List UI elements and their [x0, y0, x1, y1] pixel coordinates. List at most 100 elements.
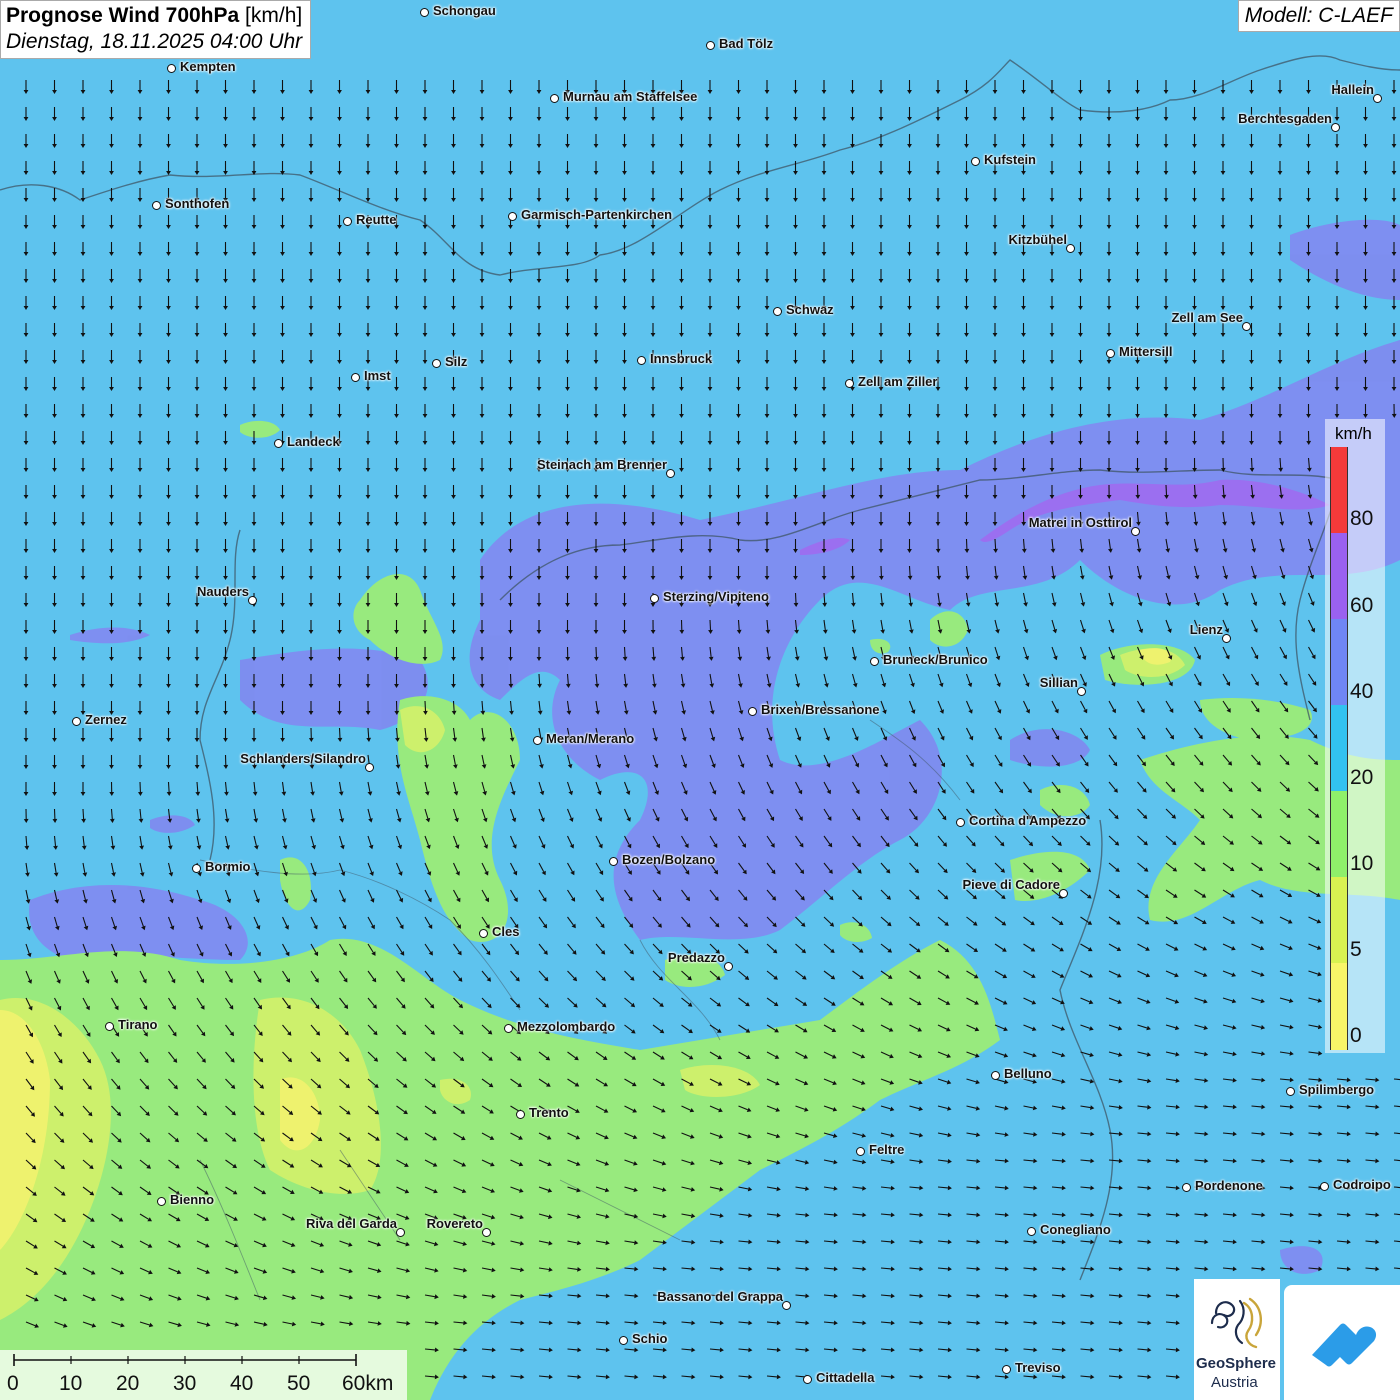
place-label: Conegliano: [1040, 1222, 1111, 1237]
legend-tick-label: 0: [1350, 1024, 1362, 1047]
title-main: Prognose Wind 700hPa: [6, 4, 240, 27]
title-unit: [km/h]: [245, 4, 303, 27]
place-label: Feltre: [869, 1142, 905, 1157]
place-marker: [248, 596, 257, 605]
place-marker: [1331, 123, 1340, 132]
place-label: Garmisch-Partenkirchen: [521, 207, 673, 222]
legend-segment: [1330, 791, 1348, 877]
place-marker: [105, 1022, 114, 1031]
place-label: Zell am See: [1171, 310, 1243, 325]
place-label: Riva del Garda: [305, 1216, 397, 1231]
wetter-app-logo[interactable]: [1284, 1285, 1400, 1400]
place-marker: [609, 857, 618, 866]
place-label: Belluno: [1004, 1066, 1052, 1081]
wind-arrow: [538, 673, 541, 685]
legend-segment: [1330, 705, 1348, 791]
logo-name-line1: GeoSphere: [1196, 1355, 1277, 1372]
place-label: Nauders: [196, 584, 249, 599]
scale-label: 30: [173, 1372, 197, 1395]
place-label: Zell am Ziller: [858, 374, 938, 389]
place-marker: [482, 1228, 491, 1237]
legend-tick-label: 40: [1350, 680, 1374, 703]
place-label: Schio: [632, 1331, 668, 1346]
place-label: Bassano del Grappa: [657, 1289, 783, 1304]
place-label: Mittersill: [1119, 344, 1173, 359]
wind-arrow: [338, 727, 341, 739]
place-marker: [1077, 687, 1086, 696]
place-marker: [550, 94, 559, 103]
model-label: Modell: C-LAEF: [1237, 0, 1400, 32]
place-marker: [1106, 349, 1115, 358]
place-marker: [619, 1336, 628, 1345]
place-label: Bormio: [205, 859, 251, 874]
place-label: Meran/Merano: [546, 731, 635, 746]
place-marker: [351, 373, 360, 382]
place-marker: [803, 1375, 812, 1384]
legend-tick-label: 5: [1350, 938, 1362, 961]
wind-arrow: [623, 646, 626, 658]
scale-label: 40: [230, 1372, 254, 1395]
scale-label: 10: [59, 1372, 83, 1395]
place-label: Treviso: [1015, 1360, 1061, 1375]
wind-arrow: [794, 592, 797, 604]
place-label: Sterzing/Vipiteno: [663, 589, 769, 604]
place-marker: [666, 469, 675, 478]
legend-unit: km/h: [1335, 424, 1372, 443]
place-marker: [365, 763, 374, 772]
place-label: Matrei in Osttirol: [1028, 515, 1132, 530]
place-marker: [396, 1228, 405, 1237]
place-label: Schlanders/Silandro: [240, 751, 366, 766]
legend-tick-label: 80: [1350, 507, 1374, 530]
wind-arrow: [1279, 457, 1282, 469]
place-marker: [870, 657, 879, 666]
wind-arrow: [452, 700, 455, 712]
place-marker: [1182, 1183, 1191, 1192]
place-marker: [650, 594, 659, 603]
place-marker: [157, 1197, 166, 1206]
place-marker: [971, 157, 980, 166]
place-label: Tirano: [118, 1017, 158, 1032]
place-label: Sonthofen: [165, 196, 230, 211]
wind-arrow: [908, 565, 911, 577]
place-marker: [956, 818, 965, 827]
scale-label: 60km: [342, 1372, 394, 1395]
place-marker: [1320, 1182, 1329, 1191]
geosphere-emblem-icon: [1210, 1297, 1262, 1349]
place-marker: [508, 212, 517, 221]
wind-arrow: [709, 619, 712, 631]
place-marker: [343, 217, 352, 226]
scale-label: 50: [287, 1372, 311, 1395]
place-label: Cittadella: [816, 1370, 875, 1385]
place-marker: [72, 717, 81, 726]
place-label: Steinach am Brenner: [536, 457, 667, 472]
legend-tick-label: 10: [1350, 852, 1374, 875]
place-label: Zernez: [85, 712, 127, 727]
forecast-datetime: Dienstag, 18.11.2025 04:00 Uhr: [6, 30, 303, 53]
place-label: Reutte: [356, 212, 397, 227]
wind-arrow: [823, 592, 826, 604]
wind-arrow: [82, 808, 85, 820]
place-label: Mezzolombardo: [517, 1019, 616, 1034]
place-marker: [479, 929, 488, 938]
place-marker: [748, 707, 757, 716]
place-marker: [1131, 527, 1140, 536]
mountain-cloud-icon: [1312, 1323, 1377, 1367]
legend-segment: [1330, 533, 1348, 619]
place-marker: [1286, 1087, 1295, 1096]
place-label: Kufstein: [984, 152, 1036, 167]
place-label: Bienno: [170, 1192, 215, 1207]
scale-label: 0: [7, 1372, 19, 1395]
place-label: Sillian: [1039, 675, 1078, 690]
place-marker: [504, 1024, 513, 1033]
place-marker: [420, 8, 429, 17]
place-marker: [1002, 1365, 1011, 1374]
place-label: Hallein: [1331, 82, 1374, 97]
place-label: Trento: [529, 1105, 569, 1120]
place-label: Imst: [364, 368, 391, 383]
legend-tick-label: 20: [1350, 766, 1374, 789]
wind-arrow: [167, 781, 170, 793]
place-label: Predazzo: [667, 950, 725, 965]
place-label: Rovereto: [426, 1216, 483, 1231]
place-marker: [152, 201, 161, 210]
place-label: Cortina d'Ampezzo: [969, 813, 1087, 828]
